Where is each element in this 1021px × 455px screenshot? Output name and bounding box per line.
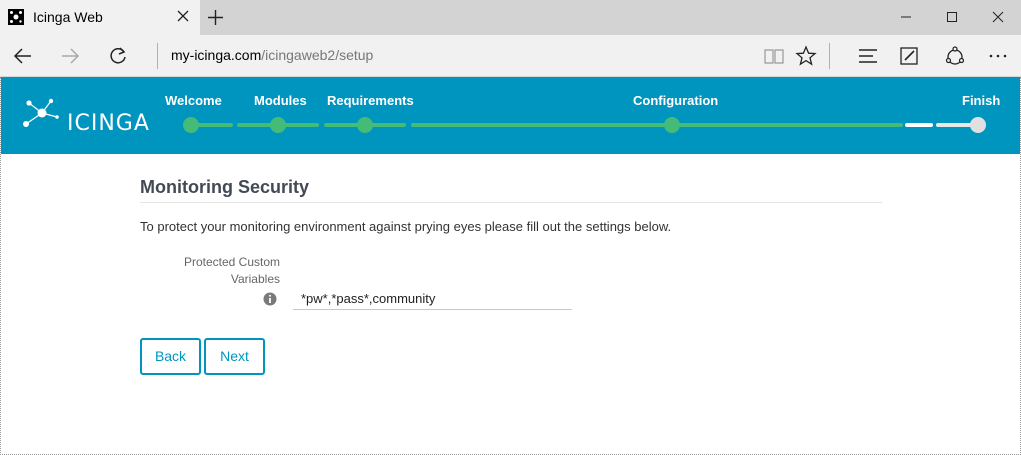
url-host: my-icinga.com <box>171 47 262 63</box>
progress-dot-modules <box>270 117 286 133</box>
maximize-icon <box>947 12 957 22</box>
icinga-logo-icon <box>23 98 59 127</box>
progress-dot-requirements <box>357 117 373 133</box>
hub-icon[interactable] <box>857 45 879 67</box>
setup-form: Monitoring Security To protect your moni… <box>140 177 882 375</box>
icinga-favicon-icon <box>8 9 24 25</box>
step-requirements: Requirements <box>327 93 414 108</box>
step-finish: Finish <box>962 93 1001 108</box>
info-icon[interactable] <box>263 292 277 306</box>
more-icon[interactable] <box>987 45 1009 67</box>
url-path: /icingaweb2/setup <box>261 47 374 63</box>
maximize-button[interactable] <box>929 0 975 35</box>
step-modules: Modules <box>254 93 307 108</box>
back-arrow-icon[interactable] <box>12 45 34 67</box>
share-icon[interactable] <box>944 45 966 67</box>
toolbar-divider <box>829 43 830 69</box>
page-title: Monitoring Security <box>140 177 882 203</box>
next-button[interactable]: Next <box>204 338 265 375</box>
forward-arrow-icon[interactable] <box>59 45 81 67</box>
back-button[interactable]: Back <box>140 338 201 375</box>
setup-header: ICINGA Welcome Modules Requirements Conf… <box>1 77 1020 154</box>
close-tab-icon[interactable] <box>176 9 190 23</box>
web-note-icon[interactable] <box>898 45 920 67</box>
browser-tab[interactable]: Icinga Web <box>0 0 200 35</box>
progress-dot-configuration <box>664 117 680 133</box>
new-tab-icon[interactable] <box>207 9 224 26</box>
progress-segment-remaining <box>905 123 933 127</box>
reading-view-icon[interactable] <box>763 45 785 67</box>
minimize-icon <box>901 16 911 18</box>
tab-title: Icinga Web <box>33 9 103 25</box>
step-configuration: Configuration <box>633 93 719 108</box>
refresh-icon[interactable] <box>107 45 129 67</box>
protected-vars-label: Protected Custom Variables <box>140 254 280 288</box>
minimize-button[interactable] <box>883 0 929 35</box>
page-description: To protect your monitoring environment a… <box>140 219 672 234</box>
label-line-2: Variables <box>230 272 280 286</box>
browser-tab-bar: Icinga Web <box>0 0 1021 35</box>
url-divider <box>157 43 158 69</box>
icinga-logo: ICINGA <box>21 97 149 137</box>
step-welcome: Welcome <box>165 93 222 108</box>
url-field[interactable]: my-icinga.com/icingaweb2/setup <box>171 47 373 63</box>
label-line-1: Protected Custom <box>183 255 280 269</box>
logo-text: ICINGA <box>67 111 150 136</box>
protected-vars-input[interactable] <box>293 288 572 310</box>
page-viewport: ICINGA Welcome Modules Requirements Conf… <box>0 77 1021 455</box>
address-bar: my-icinga.com/icingaweb2/setup <box>0 35 1021 77</box>
favorite-star-icon[interactable] <box>795 45 817 67</box>
progress-segment-configuration <box>411 123 903 127</box>
progress-dot-welcome <box>183 117 199 133</box>
progress-dot-finish <box>970 117 986 133</box>
close-icon <box>992 11 1004 23</box>
close-window-button[interactable] <box>975 0 1021 35</box>
